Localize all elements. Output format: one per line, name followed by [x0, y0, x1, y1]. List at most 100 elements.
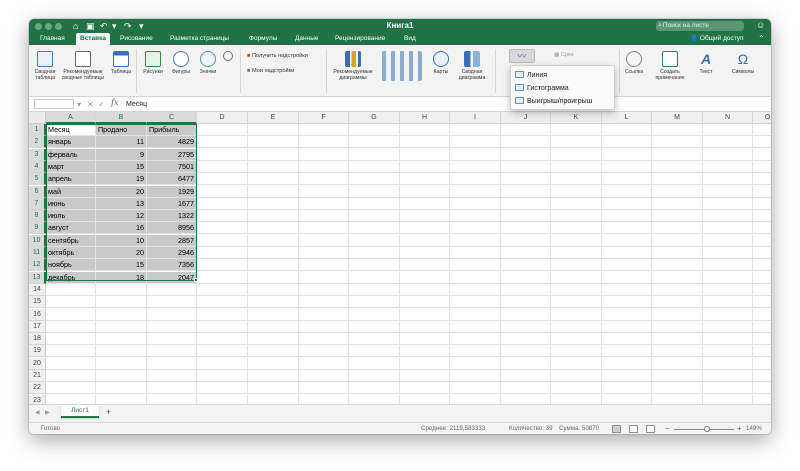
cell-d2[interactable]	[197, 136, 248, 149]
cell-m9[interactable]	[652, 222, 703, 235]
cell-m7[interactable]	[652, 197, 703, 210]
cell-n11[interactable]	[703, 247, 753, 259]
cell-f2[interactable]	[299, 136, 349, 149]
insert-function-icon[interactable]: fx	[111, 98, 118, 107]
cell-l10[interactable]	[602, 234, 652, 247]
row-header-1[interactable]: 1	[29, 124, 46, 136]
cell-n3[interactable]	[703, 148, 753, 161]
cell-j13[interactable]	[501, 271, 551, 284]
cell-d5[interactable]	[197, 173, 248, 186]
page-layout-view-button[interactable]	[629, 425, 638, 433]
cell-f1[interactable]	[299, 124, 349, 136]
tab-draw[interactable]: Рисование	[116, 33, 157, 45]
cell-a2[interactable]: январь	[46, 136, 96, 149]
cell-m10[interactable]	[652, 234, 703, 247]
cell-h13[interactable]	[400, 271, 450, 284]
cell-c3[interactable]: 2795	[147, 148, 197, 161]
get-addins-button[interactable]: ■ Получить надстройки	[247, 52, 308, 60]
cell-g18[interactable]	[349, 333, 400, 346]
row-header-4[interactable]: 4	[29, 160, 46, 173]
cell-e5[interactable]	[248, 173, 299, 186]
cell-j21[interactable]	[501, 370, 551, 382]
cell-a22[interactable]	[46, 382, 96, 395]
cell-m11[interactable]	[652, 247, 703, 259]
cell-n17[interactable]	[703, 320, 753, 333]
cell-l17[interactable]	[602, 320, 652, 333]
cell-k11[interactable]	[551, 247, 602, 259]
cell-b17[interactable]	[96, 320, 147, 333]
cell-o4[interactable]	[753, 161, 771, 173]
cell-d1[interactable]	[197, 124, 248, 136]
cell-j18[interactable]	[501, 333, 551, 346]
cell-o21[interactable]	[753, 370, 771, 382]
cell-o22[interactable]	[753, 382, 771, 395]
row-header-14[interactable]: 14	[29, 283, 46, 296]
cell-c12[interactable]: 7356	[147, 259, 197, 272]
column-header-b[interactable]: B	[96, 112, 147, 124]
cell-j23[interactable]	[501, 394, 551, 404]
tab-insert[interactable]: Вставка	[76, 33, 110, 45]
cell-c7[interactable]: 1677	[147, 197, 197, 210]
search-sheet-input[interactable]: ⌕Поиск на листе	[656, 21, 744, 31]
cell-f21[interactable]	[299, 370, 349, 382]
cell-k2[interactable]	[551, 136, 602, 149]
cell-n15[interactable]	[703, 296, 753, 309]
cell-e9[interactable]	[248, 222, 299, 235]
cell-g5[interactable]	[349, 173, 400, 186]
cell-i1[interactable]	[450, 124, 501, 136]
cell-g10[interactable]	[349, 234, 400, 247]
cell-f4[interactable]	[299, 160, 349, 173]
confirm-icon[interactable]: ✓	[98, 99, 105, 110]
cell-f18[interactable]	[299, 333, 349, 346]
cell-h15[interactable]	[400, 296, 450, 309]
cell-j5[interactable]	[501, 173, 551, 186]
cell-g9[interactable]	[349, 222, 400, 235]
cell-i18[interactable]	[450, 333, 501, 346]
cell-j1[interactable]	[501, 124, 551, 136]
page-break-view-button[interactable]	[646, 425, 655, 433]
link-button[interactable]: Ссылка	[622, 51, 646, 75]
cell-l3[interactable]	[602, 148, 652, 161]
cell-d12[interactable]	[197, 259, 248, 272]
cell-b9[interactable]: 16	[96, 222, 147, 235]
cell-h5[interactable]	[400, 173, 450, 186]
cell-g14[interactable]	[349, 283, 400, 296]
pivot-chart-button[interactable]: Сводная диаграмма	[455, 51, 489, 81]
my-addins-button[interactable]: ■ Мои надстройки	[247, 67, 294, 75]
cell-o20[interactable]	[753, 358, 771, 370]
cell-c4[interactable]: 7501	[147, 160, 197, 173]
cell-a23[interactable]	[46, 394, 96, 404]
cell-o10[interactable]	[753, 235, 771, 247]
cell-g19[interactable]	[349, 345, 400, 358]
recommended-charts-button[interactable]: Рекомендуемые диаграммы	[330, 51, 376, 81]
row-header-16[interactable]: 16	[29, 308, 46, 321]
column-header-m[interactable]: M	[652, 112, 703, 124]
cell-d18[interactable]	[197, 333, 248, 346]
cell-h14[interactable]	[400, 283, 450, 296]
cell-a13[interactable]: декабрь	[46, 271, 96, 284]
cell-k9[interactable]	[551, 222, 602, 235]
cell-k17[interactable]	[551, 320, 602, 333]
cell-o1[interactable]	[753, 124, 771, 136]
cell-f16[interactable]	[299, 308, 349, 321]
cell-c9[interactable]: 8956	[147, 222, 197, 235]
cell-a8[interactable]: июль	[46, 210, 96, 223]
row-header-21[interactable]: 21	[29, 370, 46, 382]
cell-k22[interactable]	[551, 382, 602, 395]
cell-d20[interactable]	[197, 357, 248, 370]
cell-d11[interactable]	[197, 247, 248, 259]
cell-n6[interactable]	[703, 185, 753, 198]
cell-l5[interactable]	[602, 173, 652, 186]
cell-h16[interactable]	[400, 308, 450, 321]
cell-j11[interactable]	[501, 247, 551, 259]
cell-h20[interactable]	[400, 357, 450, 370]
cell-l9[interactable]	[602, 222, 652, 235]
zoom-slider-thumb[interactable]	[704, 426, 710, 432]
cell-l23[interactable]	[602, 394, 652, 404]
pivot-table-button[interactable]: Сводная таблица	[32, 51, 58, 81]
cell-o18[interactable]	[753, 333, 771, 346]
cell-c6[interactable]: 1929	[147, 185, 197, 198]
cell-j3[interactable]	[501, 148, 551, 161]
column-header-h[interactable]: H	[400, 112, 450, 124]
cell-c18[interactable]	[147, 333, 197, 346]
